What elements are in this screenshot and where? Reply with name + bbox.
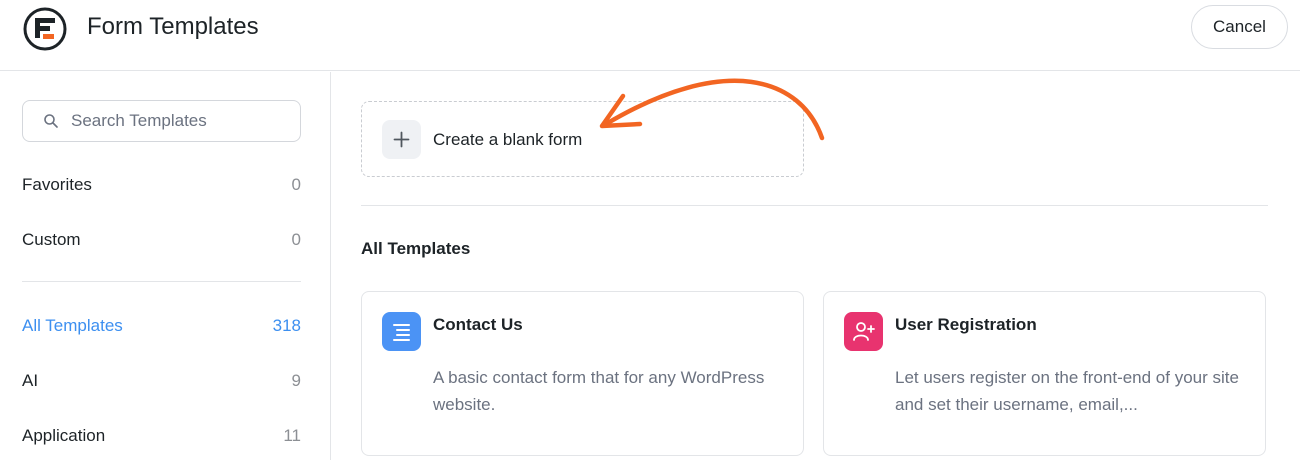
- sidebar-item-all-templates[interactable]: All Templates 318: [22, 316, 301, 340]
- cancel-button[interactable]: Cancel: [1191, 5, 1288, 49]
- create-blank-form-label: Create a blank form: [433, 130, 583, 149]
- page-title: Form Templates: [87, 13, 259, 40]
- sidebar-item-label: Custom: [22, 230, 81, 249]
- sidebar-item-label: AI: [22, 371, 39, 390]
- fluent-forms-logo-icon: [23, 7, 67, 51]
- template-card-user-registration[interactable]: User Registration Let users register on …: [823, 291, 1266, 456]
- search-icon: [44, 114, 58, 128]
- main-divider: [361, 205, 1268, 206]
- sidebar: Favorites 0 Custom 0 All Templates 318 A…: [0, 72, 331, 460]
- template-description: Let users register on the front-end of y…: [895, 368, 1239, 414]
- section-title: All Templates: [361, 239, 471, 258]
- sidebar-item-count: 0: [291, 230, 301, 249]
- plus-icon: [382, 120, 421, 159]
- sidebar-item-count: 0: [291, 175, 301, 194]
- template-card-contact-us[interactable]: Contact Us A basic contact form that for…: [361, 291, 804, 456]
- template-name: User Registration: [895, 315, 1037, 334]
- template-description: A basic contact form that for any WordPr…: [433, 368, 765, 414]
- sidebar-divider: [22, 281, 301, 282]
- sidebar-item-application[interactable]: Application 11: [22, 426, 301, 450]
- sidebar-item-label: Favorites: [22, 175, 92, 194]
- user-plus-icon: [844, 312, 883, 351]
- sidebar-item-count: 11: [283, 426, 301, 445]
- sidebar-item-custom[interactable]: Custom 0: [22, 230, 301, 254]
- sidebar-item-count: 9: [291, 371, 301, 390]
- sidebar-item-ai[interactable]: AI 9: [22, 371, 301, 395]
- annotation-arrow-icon: [599, 78, 825, 141]
- sidebar-item-favorites[interactable]: Favorites 0: [22, 175, 301, 199]
- sidebar-item-label: Application: [22, 426, 106, 445]
- search-input[interactable]: [71, 101, 291, 141]
- sidebar-item-label: All Templates: [22, 316, 123, 335]
- template-name: Contact Us: [433, 315, 523, 334]
- sidebar-item-count: 318: [272, 316, 301, 335]
- list-lines-icon: [382, 312, 421, 351]
- search-box[interactable]: [22, 100, 301, 142]
